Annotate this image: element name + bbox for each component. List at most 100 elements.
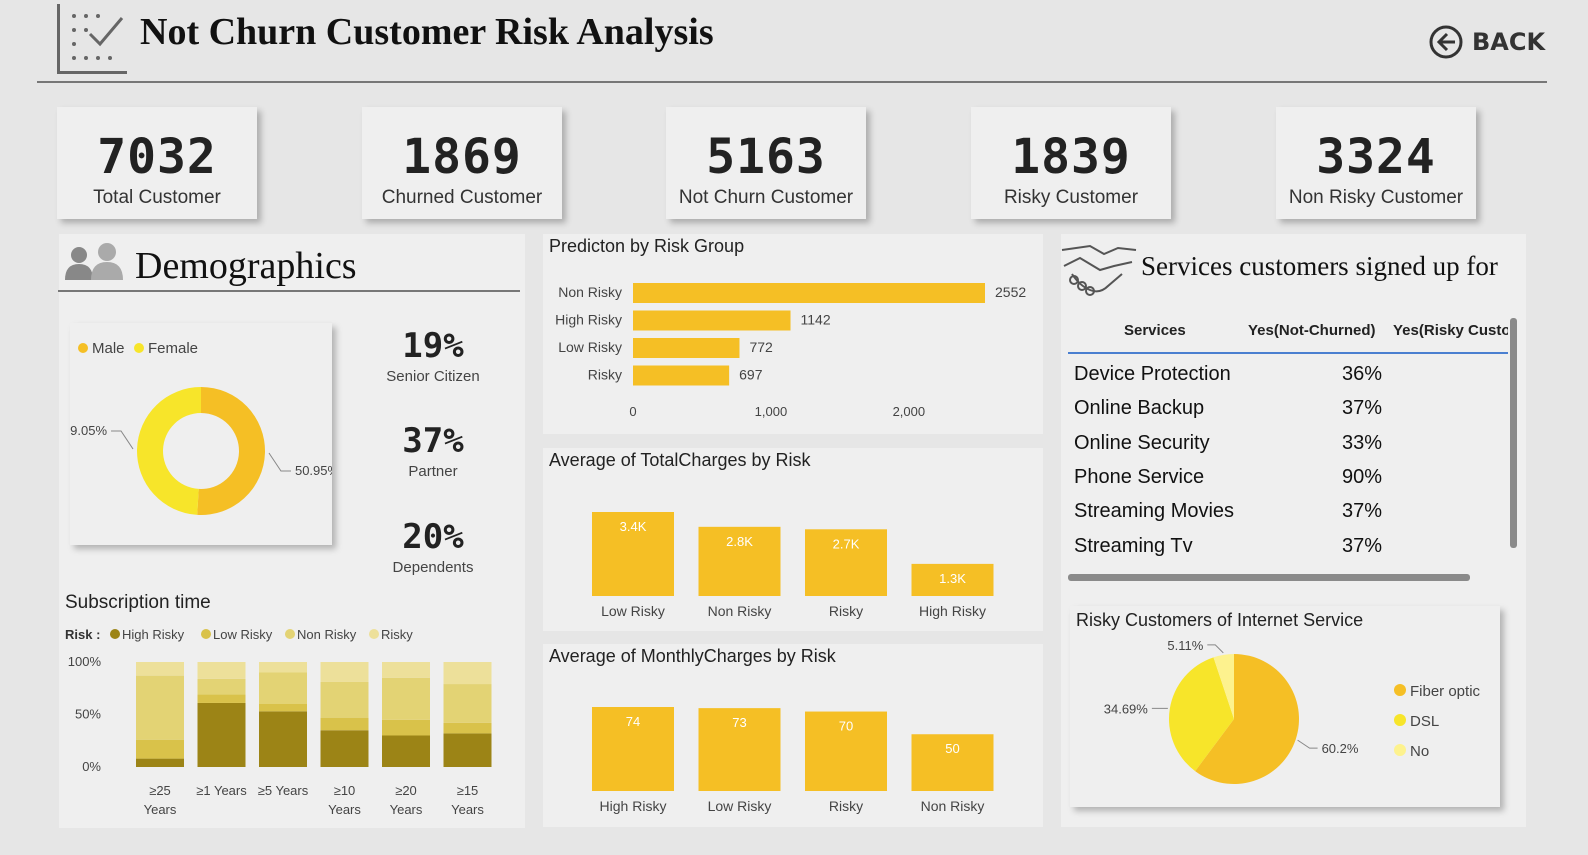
stack-segment-high-risky bbox=[259, 711, 307, 767]
x-tick-label: ≥5 Years bbox=[258, 783, 309, 798]
leader-line bbox=[111, 430, 134, 450]
service-name: Online Security bbox=[1074, 431, 1210, 454]
legend-marker bbox=[1394, 744, 1406, 756]
data-label: 2.8K bbox=[726, 534, 753, 549]
stack-segment-non-risky bbox=[197, 678, 246, 695]
chart-title: Risky Customers of Internet Service bbox=[1076, 610, 1363, 630]
table-row[interactable]: Online Backup 37% bbox=[1068, 397, 1508, 429]
dependents-stat: 20% Dependents bbox=[372, 517, 494, 576]
data-label: 3.4K bbox=[620, 519, 647, 534]
stat-value: 37% bbox=[402, 421, 464, 461]
subscription-time-chart: Subscription time Risk : High Risky Low Ris… bbox=[65, 592, 492, 817]
x-tick-label: ≥10 Years bbox=[328, 783, 361, 817]
legend-label: Fiber optic bbox=[1410, 683, 1481, 700]
data-label: 2.7K bbox=[833, 536, 860, 551]
column-header-not-churned[interactable]: Yes(Not-Churned) bbox=[1248, 322, 1376, 339]
data-label: 2552 bbox=[995, 284, 1026, 300]
legend-marker bbox=[1394, 714, 1406, 726]
risk-group-panel: Predicton by Risk Group Non Risky 2552 High… bbox=[543, 234, 1043, 434]
y-category-label: Non Risky bbox=[558, 284, 622, 300]
stack-segment-high-risky bbox=[197, 702, 246, 767]
gender-donut-chart: Male Female 50.95% 49.05% bbox=[63, 340, 340, 515]
data-label: 772 bbox=[749, 339, 773, 355]
table-row[interactable]: Phone Service 90% bbox=[1068, 466, 1508, 498]
stack-segment-low-risky bbox=[136, 739, 184, 759]
demographics-title: Demographics bbox=[135, 245, 357, 287]
slice-label: 50.95% bbox=[295, 463, 332, 478]
slice-label: 5.11% bbox=[1167, 638, 1203, 653]
not-churned-pct: 33% bbox=[1342, 431, 1383, 454]
x-tick-label: Risky bbox=[829, 603, 863, 619]
total-charges-panel: Average of TotalCharges by Risk 3.4K Low R… bbox=[543, 448, 1043, 631]
legend-marker bbox=[1394, 684, 1406, 696]
service-name: Online Backup bbox=[1074, 397, 1205, 420]
x-tick-label: ≥20 Years bbox=[390, 783, 423, 817]
data-label: 74 bbox=[626, 714, 640, 729]
x-tick-label: Low Risky bbox=[708, 798, 772, 814]
donut-slice-female bbox=[137, 387, 201, 515]
not-churned-pct: 37% bbox=[1342, 534, 1383, 557]
partner-stat: 37% Partner bbox=[372, 421, 494, 480]
leader-line bbox=[1297, 739, 1318, 749]
stack-segment-non-risky bbox=[136, 675, 184, 740]
y-category-label: High Risky bbox=[555, 312, 622, 328]
kpi-label: Risky Customer bbox=[1003, 187, 1139, 208]
stat-label: Partner bbox=[408, 463, 458, 480]
bar bbox=[633, 365, 730, 386]
y-tick-label: 0% bbox=[82, 759, 101, 774]
data-label: 1.3K bbox=[939, 571, 966, 586]
stack-segment-high-risky bbox=[382, 735, 430, 767]
kpi-value: 1839 bbox=[1011, 129, 1131, 185]
bar bbox=[633, 310, 791, 331]
kpi-card-churned: 1869 Churned Customer bbox=[362, 107, 562, 219]
service-name: Streaming Tv bbox=[1074, 534, 1193, 557]
title-divider bbox=[37, 81, 1547, 83]
kpi-label: Total Customer bbox=[93, 187, 221, 208]
legend-marker bbox=[369, 629, 379, 639]
stack-segment-non-risky bbox=[320, 681, 369, 718]
stat-value: 19% bbox=[402, 326, 464, 366]
legend-label: Male bbox=[92, 340, 125, 357]
back-button[interactable]: BACK bbox=[1428, 24, 1545, 60]
x-tick-label: ≥15 Years bbox=[451, 783, 484, 817]
y-category-label: Risky bbox=[588, 367, 622, 383]
legend-marker bbox=[110, 629, 120, 639]
table-row[interactable]: Device Protection 36% bbox=[1068, 363, 1508, 395]
stack-segment-non-risky bbox=[259, 672, 307, 704]
legend-label: Risky bbox=[381, 627, 413, 642]
stack-segment-low-risky bbox=[259, 704, 307, 712]
stack-segment-non-risky bbox=[443, 684, 492, 723]
column-header-risky[interactable]: Yes(Risky Custo bbox=[1393, 322, 1508, 339]
gender-donut-card: Male Female 50.95% 49.05% bbox=[63, 323, 340, 545]
table-row[interactable]: Streaming Movies 37% bbox=[1068, 500, 1508, 532]
column-header-services[interactable]: Services bbox=[1124, 322, 1186, 339]
table-row[interactable]: Online Security 33% bbox=[1068, 432, 1508, 464]
legend-label: Non Risky bbox=[297, 627, 357, 642]
monthly-charges-panel: Average of MonthlyCharges by Risk 74 High … bbox=[543, 644, 1043, 827]
legend-marker bbox=[134, 343, 144, 353]
analytics-logo-icon bbox=[57, 4, 127, 74]
senior-citizen-stat: 19% Senior Citizen bbox=[372, 326, 494, 385]
vertical-scrollbar[interactable] bbox=[1510, 318, 1517, 548]
x-tick-label: 1,000 bbox=[755, 404, 788, 419]
internet-service-pie-chart: Risky Customers of Internet Service 60.2%… bbox=[1076, 610, 1481, 784]
x-tick-label: High Risky bbox=[600, 798, 667, 814]
x-tick-label: Non Risky bbox=[921, 798, 985, 814]
x-tick-label: Low Risky bbox=[601, 603, 665, 619]
demographics-divider bbox=[58, 290, 520, 292]
stat-value: 20% bbox=[402, 517, 464, 557]
y-category-label: Low Risky bbox=[558, 339, 622, 355]
monthly-charges-bar-chart: Average of MonthlyCharges by Risk 74 High … bbox=[549, 646, 994, 814]
table-row[interactable]: Streaming Tv 37% bbox=[1068, 535, 1508, 567]
chart-title: Average of MonthlyCharges by Risk bbox=[549, 646, 837, 666]
header-underline bbox=[1068, 352, 1508, 354]
horizontal-scrollbar[interactable] bbox=[1068, 574, 1470, 581]
kpi-value: 7032 bbox=[97, 129, 217, 185]
services-table[interactable]: Services Yes(Not-Churned) Yes(Risky Cust… bbox=[1068, 308, 1508, 574]
kpi-card-risky: 1839 Risky Customer bbox=[971, 107, 1171, 219]
x-tick-label: 2,000 bbox=[893, 404, 926, 419]
data-label: 697 bbox=[739, 367, 763, 383]
x-tick-label: ≥25 Years bbox=[144, 783, 177, 817]
people-icon bbox=[65, 243, 123, 280]
data-label: 73 bbox=[732, 715, 746, 730]
